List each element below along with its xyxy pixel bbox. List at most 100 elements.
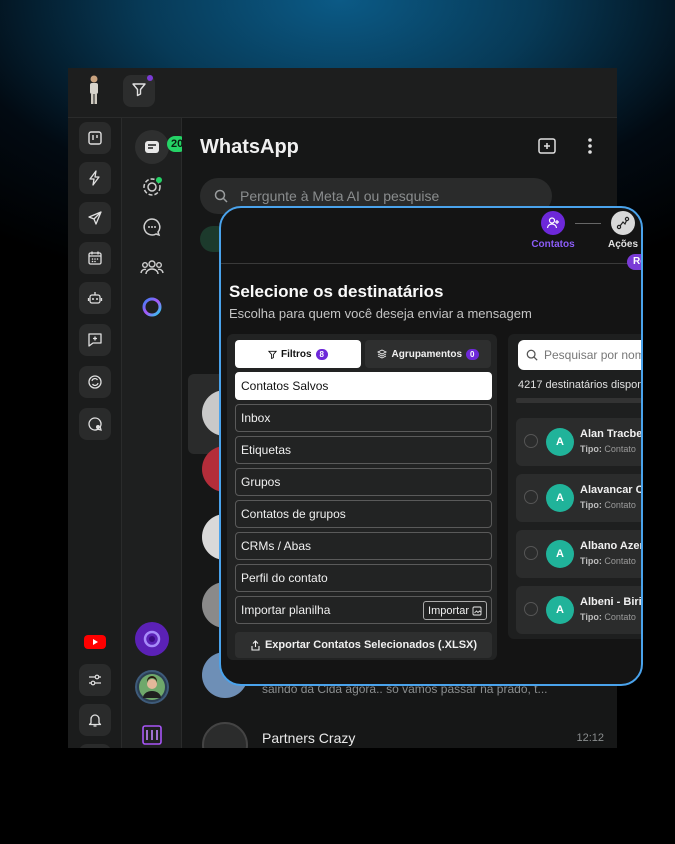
chat-search-placeholder: Pergunte à Meta AI ou pesquise	[240, 188, 440, 204]
paper-plane-icon	[88, 211, 102, 225]
settings-sliders-button[interactable]	[79, 664, 111, 696]
filter-item-contatos-salvos[interactable]: Contatos Salvos	[235, 372, 492, 400]
support-chat-button[interactable]	[79, 408, 111, 440]
recipient-avatar: A	[546, 484, 574, 512]
send-button[interactable]	[79, 202, 111, 234]
recipients-modal: Contatos Ações Re Selecione os destinatá…	[219, 206, 643, 686]
profile-avatar[interactable]	[135, 670, 169, 704]
recipient-card[interactable]: A Alan Tracbe Tipo: Contato	[516, 418, 643, 466]
whatsapp-nav-rail: 20	[122, 118, 188, 748]
modal-subtitle: Escolha para quem você deseja enviar a m…	[229, 306, 532, 321]
recipient-checkbox[interactable]	[524, 546, 538, 560]
share-icon	[251, 639, 260, 651]
kanban-icon	[88, 131, 102, 145]
sync-icon	[88, 375, 102, 389]
filter-item-crms-abas[interactable]: CRMs / Abas	[235, 532, 492, 560]
tab-filters[interactable]: Filtros 8	[235, 340, 361, 368]
recipient-type: Tipo: Contato	[580, 556, 636, 566]
crm-logo-button[interactable]	[135, 718, 169, 748]
filter-label: Contatos de grupos	[241, 507, 346, 521]
calendar-button[interactable]	[79, 242, 111, 274]
sliders-icon	[89, 674, 101, 686]
tab-label: Agrupamentos	[391, 348, 463, 360]
filter-item-importar-planilha[interactable]: Importar planilha Importar	[235, 596, 492, 624]
source-tabs: Filtros 8 Agrupamentos 0	[235, 340, 491, 368]
source-panel: Filtros 8 Agrupamentos 0 Contatos Salvos…	[227, 334, 497, 660]
step-contacts[interactable]: Contatos	[523, 211, 583, 250]
channels-nav-button[interactable]	[135, 210, 169, 244]
recipient-avatar: A	[546, 540, 574, 568]
filter-label: Grupos	[241, 475, 281, 489]
import-button[interactable]: Importar	[423, 601, 487, 620]
status-icon	[143, 177, 162, 196]
chats-nav-button[interactable]: 20	[135, 130, 188, 164]
filter-button[interactable]	[123, 75, 155, 107]
tab-count: 0	[466, 348, 479, 360]
extension-logo-icon	[143, 630, 161, 648]
youtube-icon	[84, 635, 106, 649]
new-chat-button[interactable]	[537, 136, 557, 161]
chat-support-icon	[88, 417, 102, 431]
recipient-card[interactable]: A Albeni - Biri Tipo: Contato	[516, 586, 642, 634]
channels-icon	[143, 218, 161, 237]
recipient-checkbox[interactable]	[524, 490, 538, 504]
filter-label: CRMs / Abas	[241, 539, 312, 553]
recipient-avatar: A	[546, 428, 574, 456]
user-plus-icon	[541, 211, 565, 235]
user-settings-button[interactable]	[79, 744, 111, 748]
filter-icon	[131, 81, 147, 102]
user-avatar-figure[interactable]	[86, 74, 102, 106]
list-divider	[516, 398, 641, 403]
meta-ai-button[interactable]	[135, 290, 169, 324]
quick-reply-button[interactable]	[79, 162, 111, 194]
recipient-type: Tipo: Contato	[580, 612, 636, 622]
recipient-name: Alan Tracbe	[580, 428, 643, 440]
filter-label: Perfil do contato	[241, 571, 328, 585]
step-label: Contatos	[531, 239, 575, 250]
robot-icon	[87, 292, 103, 304]
image-upload-icon	[472, 606, 482, 615]
sync-button[interactable]	[79, 366, 111, 398]
status-nav-button[interactable]	[135, 170, 169, 204]
calendar-icon	[88, 251, 102, 265]
chat-avatar	[202, 722, 248, 748]
kanban-button[interactable]	[79, 122, 111, 154]
chat-row[interactable]: Partners Crazy 12:12	[202, 722, 617, 748]
chat-time: 12:12	[576, 732, 604, 744]
filter-item-etiquetas[interactable]: Etiquetas	[235, 436, 492, 464]
crm-logo-icon	[142, 725, 162, 745]
recipient-search-input[interactable]: Pesquisar por nome	[518, 340, 641, 370]
recipient-type: Tipo: Contato	[580, 500, 636, 510]
search-icon	[526, 349, 538, 361]
tab-groupings[interactable]: Agrupamentos 0	[365, 340, 491, 368]
recipient-card[interactable]: A Alavancar C Tipo: Contato	[516, 474, 641, 522]
filter-item-inbox[interactable]: Inbox	[235, 404, 492, 432]
add-message-button[interactable]	[79, 324, 111, 356]
notifications-button[interactable]	[79, 704, 111, 736]
tab-count: 8	[315, 348, 328, 360]
recipient-card[interactable]: A Albano Azer Tipo: Contato	[516, 530, 643, 578]
extension-logo-button[interactable]	[135, 622, 169, 656]
filter-item-perfil-do-contato[interactable]: Perfil do contato	[235, 564, 492, 592]
export-button[interactable]: Exportar Contatos Selecionados (.XLSX)	[235, 632, 492, 658]
profile-photo-icon	[139, 674, 165, 700]
step-actions[interactable]: Ações	[593, 211, 641, 250]
menu-button[interactable]	[587, 136, 593, 161]
recipient-name: Albano Azer	[580, 540, 643, 552]
page-title: WhatsApp	[200, 136, 299, 158]
recipient-avatar: A	[546, 596, 574, 624]
recipient-checkbox[interactable]	[524, 602, 538, 616]
filter-item-contatos-de-grupos[interactable]: Contatos de grupos	[235, 500, 492, 528]
youtube-button[interactable]	[79, 626, 111, 658]
filter-item-grupos[interactable]: Grupos	[235, 468, 492, 496]
filter-label: Inbox	[241, 411, 271, 425]
header-actions	[537, 136, 593, 161]
recipient-checkbox[interactable]	[524, 434, 538, 448]
bot-button[interactable]	[79, 282, 111, 314]
communities-nav-button[interactable]	[135, 250, 169, 284]
filter-indicator-dot	[147, 75, 153, 81]
export-label: Exportar Contatos Selecionados (.XLSX)	[264, 639, 478, 651]
filter-label: Etiquetas	[241, 443, 292, 457]
recipient-name: Albeni - Biri	[580, 596, 642, 608]
recipients-panel: Pesquisar por nome 4217 destinatários di…	[508, 334, 643, 639]
